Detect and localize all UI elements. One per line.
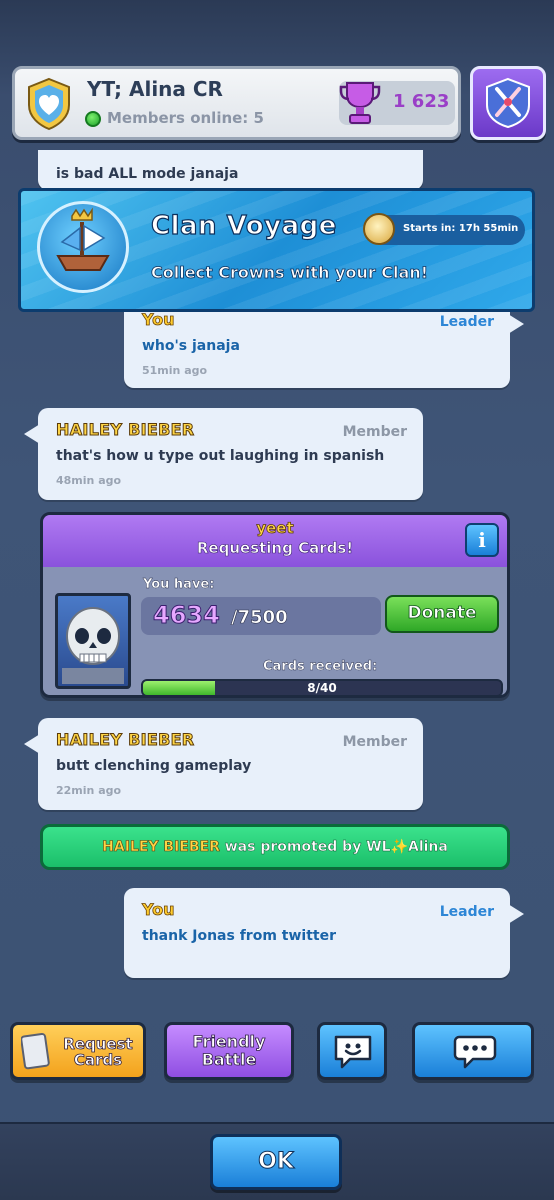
trophy-count: 1 623: [393, 91, 450, 112]
sender-name: HAILEY BIEBER: [55, 420, 195, 440]
request-title: Requesting Cards!: [196, 539, 354, 558]
ship-icon: [37, 201, 129, 293]
card-count-max: /7500: [231, 607, 288, 629]
message-text: is bad ALL mode janaja: [56, 166, 239, 182]
sender-role: Member: [342, 424, 407, 440]
chat-bubble-icon: [453, 1035, 497, 1069]
cards-received-count: 8/40: [307, 681, 337, 695]
you-have-label: You have:: [143, 577, 215, 592]
chat-message-partial: is bad ALL mode janaja: [38, 150, 423, 190]
chat-message-you: You Leader thank Jonas from twitter: [124, 888, 524, 978]
crossed-swords-icon: [486, 77, 530, 129]
emote-bubble-icon: [334, 1035, 372, 1069]
sender-role: Leader: [439, 314, 494, 330]
clan-badge-icon: [28, 77, 70, 131]
clan-trophies: 1 623: [339, 81, 455, 125]
friendly-battle-label-1: Friendly: [192, 1032, 266, 1051]
promoted-name: HAILEY BIEBER: [102, 839, 220, 856]
voyage-title: Clan Voyage: [150, 210, 337, 241]
friendly-battle-label-2: Battle: [201, 1050, 257, 1069]
sender-role: Member: [342, 734, 407, 750]
donate-button[interactable]: Donate: [385, 595, 499, 633]
card-count: 4634: [153, 601, 221, 630]
chat-message-member: HAILEY BIEBER Member butt clenching game…: [24, 718, 423, 810]
members-online: Members online: 5: [107, 109, 264, 127]
message-text: who's janaja: [142, 338, 240, 354]
requester-name: yeet: [256, 519, 294, 538]
voyage-subtitle: Collect Crowns with your Clan!: [151, 263, 429, 283]
sender-name: You: [142, 310, 175, 330]
info-button[interactable]: i: [465, 523, 499, 557]
message-text: thank Jonas from twitter: [142, 928, 336, 944]
clock-icon: [363, 213, 395, 245]
card-icon: [21, 1033, 50, 1070]
clan-voyage-banner[interactable]: Clan Voyage Starts in: 17h 55min Collect…: [18, 188, 535, 312]
chat-button[interactable]: [412, 1022, 534, 1080]
message-text: butt clenching gameplay: [56, 758, 252, 774]
message-time: 48min ago: [56, 474, 122, 487]
skeleton-card-image: [55, 593, 131, 689]
trophy-icon: [339, 82, 381, 124]
card-request-panel: yeet Requesting Cards! i You have: 4634 …: [40, 512, 510, 698]
clan-name: YT; Alina CR: [87, 77, 223, 101]
promotion-text: was promoted by WL✨Alina: [224, 839, 448, 855]
clan-war-button[interactable]: [470, 66, 546, 140]
sender-name: HAILEY BIEBER: [55, 730, 195, 750]
request-cards-button[interactable]: Request Cards: [10, 1022, 146, 1080]
card-count-bar: 4634 /7500: [141, 597, 381, 635]
chat-message-member: HAILEY BIEBER Member that's how u type o…: [24, 408, 423, 500]
voyage-timer-text: Starts in: 17h 55min: [403, 223, 519, 234]
clan-header[interactable]: YT; Alina CR Members online: 5 1 623: [12, 66, 461, 140]
ok-button[interactable]: OK: [210, 1134, 342, 1190]
cards-received-progress: 8/40: [141, 679, 503, 695]
promotion-notice: HAILEY BIEBER was promoted by WL✨Alina: [40, 824, 510, 870]
message-text: that's how u type out laughing in spanis…: [56, 448, 385, 464]
message-time: 22min ago: [56, 784, 122, 797]
emote-button[interactable]: [317, 1022, 387, 1080]
sender-role: Leader: [439, 904, 494, 920]
request-cards-label-2: Cards: [73, 1051, 123, 1069]
voyage-timer: Starts in: 17h 55min: [363, 213, 525, 245]
friendly-battle-button[interactable]: Friendly Battle: [164, 1022, 294, 1080]
request-cards-label-1: Request: [63, 1035, 133, 1053]
message-time: 51min ago: [142, 364, 208, 377]
sender-name: You: [142, 900, 175, 920]
cards-received-label: Cards received:: [263, 659, 378, 674]
online-indicator-icon: [85, 111, 101, 127]
